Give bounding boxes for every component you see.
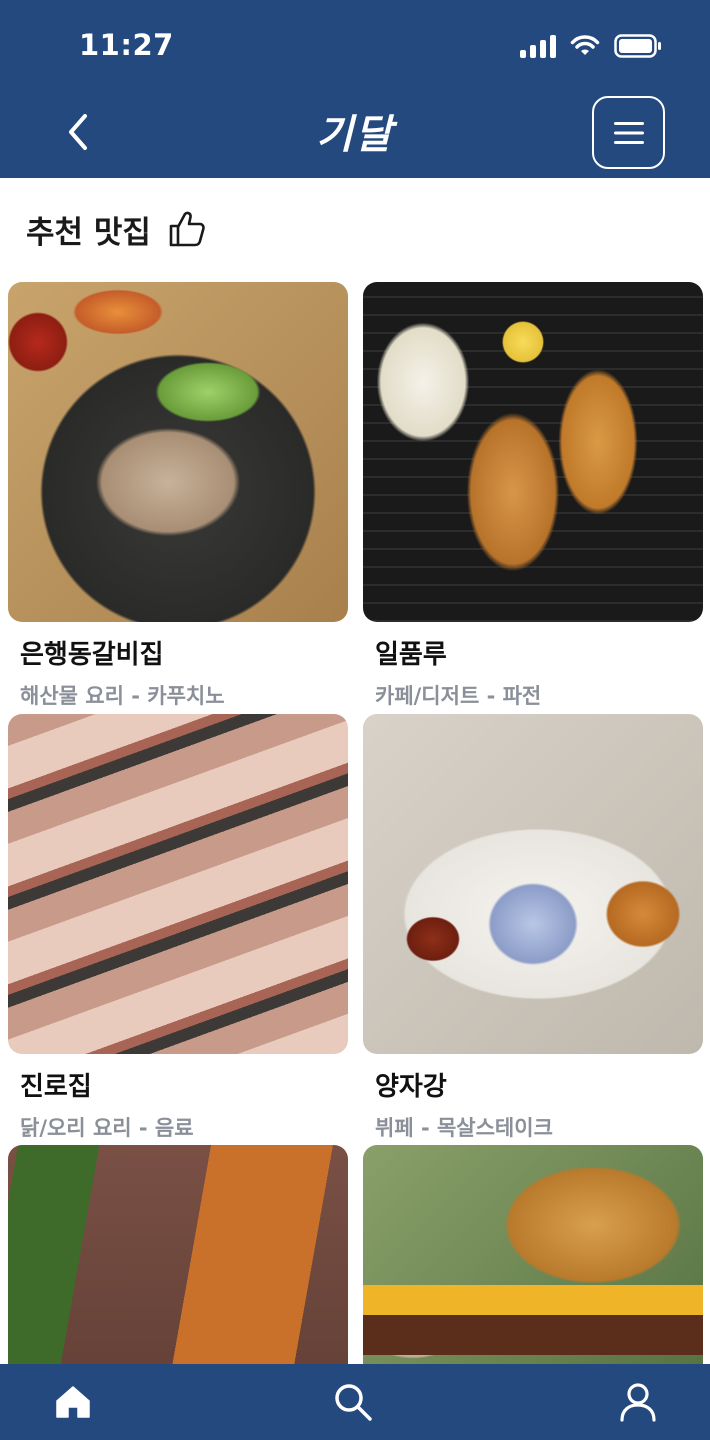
restaurant-category: 해산물 요리 - 카푸치노: [20, 684, 225, 708]
top-bar: 11:27 기달: [0, 0, 710, 178]
restaurant-name: 양자강: [375, 1072, 447, 1102]
status-time: 11:27: [79, 28, 174, 62]
restaurant-category: 닭/오리 요리 - 음료: [20, 1116, 194, 1140]
nav-home-button[interactable]: [51, 1380, 95, 1424]
nav-search-button[interactable]: [331, 1380, 375, 1424]
hamburger-icon: [613, 121, 644, 144]
restaurant-card[interactable]: 진로집 닭/오리 요리 - 음료: [8, 714, 348, 1140]
thumbs-up-icon: [169, 211, 205, 247]
app-screen: 11:27 기달 추천 맛집 은행동갈비집 해산물 요리 - 카푸치노 일품루 …: [0, 0, 710, 1440]
restaurant-name: 진로집: [20, 1072, 92, 1102]
bottom-nav: [0, 1364, 710, 1440]
home-icon: [56, 1386, 90, 1418]
restaurant-photo[interactable]: [363, 282, 703, 622]
restaurant-photo[interactable]: [8, 282, 348, 622]
restaurant-name: 은행동갈비집: [20, 640, 164, 670]
restaurant-card[interactable]: 양자강 뷔페 - 목살스테이크: [363, 714, 703, 1140]
restaurant-card[interactable]: 일품루 카페/디저트 - 파전: [363, 282, 703, 708]
restaurant-name: 일품루: [375, 640, 447, 670]
restaurant-photo[interactable]: [363, 714, 703, 1054]
restaurant-category: 카페/디저트 - 파전: [375, 684, 542, 708]
nav-profile-button[interactable]: [616, 1380, 660, 1424]
restaurant-card[interactable]: 은행동갈비집 해산물 요리 - 카푸치노: [8, 282, 348, 708]
signal-icon: [520, 34, 556, 58]
person-icon: [620, 1383, 656, 1422]
section-header: 추천 맛집: [26, 204, 207, 254]
section-title: 추천 맛집: [26, 214, 151, 251]
restaurant-category: 뷔페 - 목살스테이크: [375, 1116, 553, 1140]
restaurant-photo[interactable]: [8, 714, 348, 1054]
menu-button[interactable]: [592, 96, 665, 169]
battery-icon: [614, 34, 662, 58]
wifi-icon: [570, 35, 600, 57]
status-icons: [520, 34, 662, 58]
search-icon: [335, 1384, 372, 1421]
